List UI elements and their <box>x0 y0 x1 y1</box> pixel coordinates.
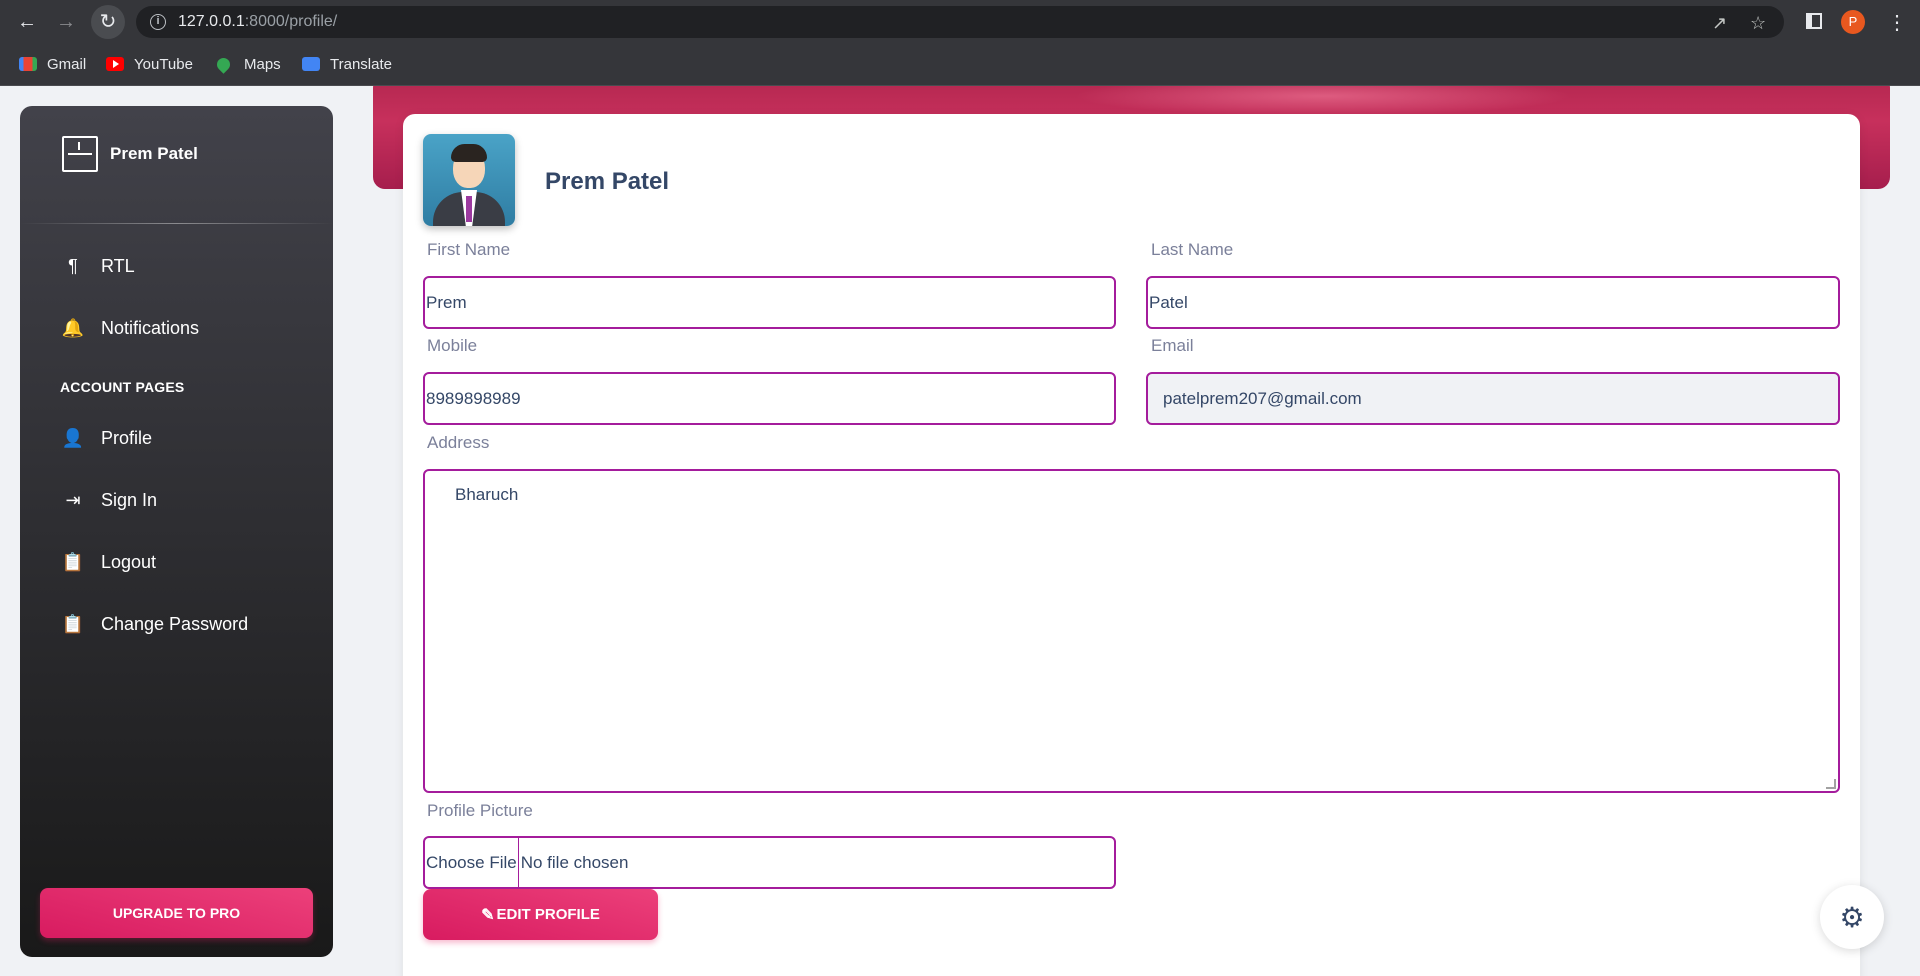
sidebar-item-label: Logout <box>101 551 157 572</box>
resize-handle[interactable] <box>1826 779 1836 789</box>
sidebar-item-change-password[interactable]: 📋 Change Password <box>62 609 248 639</box>
address-text: Bharuch <box>455 485 519 504</box>
sidebar-section-title: ACCOUNT PAGES <box>60 379 185 395</box>
sidebar-item-logout[interactable]: 📋 Logout <box>62 547 156 577</box>
file-status-text: No file chosen <box>520 852 629 872</box>
bookmark-label: YouTube <box>134 55 193 73</box>
sidebar-item-rtl[interactable]: ¶ RTL <box>62 251 135 281</box>
address-bar[interactable]: i 127.0.0.1:8000/profile/ ↗ ☆ <box>136 6 1784 38</box>
bookmark-label: Gmail <box>47 55 87 73</box>
sidebar-brand[interactable]: Prem Patel <box>62 136 198 172</box>
bookmark-label: Maps <box>244 55 281 73</box>
sidebar-divider <box>20 223 333 224</box>
bookmark-label: Translate <box>330 55 392 73</box>
url-text[interactable]: 127.0.0.1:8000/profile/ <box>178 13 337 31</box>
first-name-label: First Name <box>427 240 511 259</box>
email-field[interactable]: patelprem207@gmail.com <box>1146 372 1840 425</box>
translate-icon <box>302 57 320 71</box>
sidebar-item-notifications[interactable]: 🔔 Notifications <box>62 313 199 343</box>
maps-icon <box>214 54 233 74</box>
address-textarea[interactable]: Bharuch <box>423 469 1840 793</box>
profile-name: Prem Patel <box>545 168 670 195</box>
site-info-icon[interactable]: i <box>150 14 166 30</box>
url-host: 127.0.0.1 <box>178 13 245 30</box>
browser-menu-icon[interactable]: ⋮ <box>1887 10 1907 35</box>
profile-picture-label: Profile Picture <box>427 801 533 820</box>
edit-icon: ✎ <box>481 906 495 924</box>
gmail-icon <box>19 57 37 71</box>
bookmark-maps[interactable]: Maps <box>214 52 281 76</box>
brand-name: Prem Patel <box>110 144 198 163</box>
sidebar: Prem Patel ¶ RTL 🔔 Notifications ACCOUNT… <box>20 106 333 957</box>
sidebar-item-sign-in[interactable]: ⇥ Sign In <box>62 485 157 515</box>
last-name-label: Last Name <box>1151 240 1234 259</box>
upgrade-button[interactable]: UPGRADE TO PRO <box>40 888 313 938</box>
sidebar-item-label: Profile <box>101 427 153 448</box>
address-label: Address <box>427 433 490 452</box>
choose-file-button[interactable]: Choose File <box>425 838 519 887</box>
bookmark-star-icon[interactable]: ☆ <box>1750 13 1766 34</box>
avatar-hair <box>451 144 487 162</box>
gear-icon: ⚙ <box>1839 901 1865 933</box>
url-path: :8000/profile/ <box>244 13 338 30</box>
browser-toolbar: ← → ↻ i 127.0.0.1:8000/profile/ ↗ ☆ P ⋮ <box>0 0 1920 44</box>
reload-icon[interactable]: ↻ <box>96 10 120 34</box>
forward-icon[interactable]: → <box>54 10 78 34</box>
clipboard-icon: 📋 <box>61 613 85 634</box>
sidebar-item-label: Notifications <box>101 317 200 338</box>
profile-card: Prem Patel First Name Prem Last Name Pat… <box>403 114 1860 976</box>
clipboard-icon: 📋 <box>61 551 85 572</box>
bookmark-youtube[interactable]: YouTube <box>106 52 193 76</box>
last-name-field[interactable]: Patel <box>1146 276 1840 329</box>
bookmark-gmail[interactable]: Gmail <box>19 52 86 76</box>
first-name-field[interactable]: Prem <box>423 276 1116 329</box>
page: Prem Patel ¶ RTL 🔔 Notifications ACCOUNT… <box>0 86 1920 976</box>
rtl-icon: ¶ <box>68 255 78 276</box>
mobile-field[interactable]: 8989898989 <box>423 372 1116 425</box>
profile-picture-input[interactable]: Choose File No file chosen <box>423 836 1116 889</box>
mobile-label: Mobile <box>427 336 478 355</box>
avatar <box>423 134 515 226</box>
side-panel-icon[interactable] <box>1806 13 1822 29</box>
edit-profile-button[interactable]: ✎ EDIT PROFILE <box>423 889 658 940</box>
profile-avatar[interactable]: P <box>1841 10 1865 34</box>
bookmark-translate[interactable]: Translate <box>302 52 392 76</box>
brand-logo-icon <box>62 136 98 172</box>
bookmarks-bar: Gmail YouTube Maps Translate <box>0 44 1920 86</box>
sidebar-item-label: RTL <box>101 255 135 276</box>
edit-profile-label: EDIT PROFILE <box>496 906 600 923</box>
settings-fab[interactable]: ⚙ <box>1820 885 1884 949</box>
sidebar-item-profile[interactable]: 👤 Profile <box>62 423 152 453</box>
person-icon: 👤 <box>61 427 85 448</box>
login-icon: ⇥ <box>65 489 81 510</box>
youtube-icon <box>106 57 124 71</box>
email-label: Email <box>1151 336 1194 355</box>
share-icon[interactable]: ↗ <box>1712 13 1727 34</box>
sidebar-item-label: Sign In <box>101 489 158 510</box>
sidebar-item-label: Change Password <box>101 613 249 634</box>
avatar-tie <box>466 196 472 222</box>
back-icon[interactable]: ← <box>15 10 39 34</box>
bell-icon: 🔔 <box>61 317 85 338</box>
